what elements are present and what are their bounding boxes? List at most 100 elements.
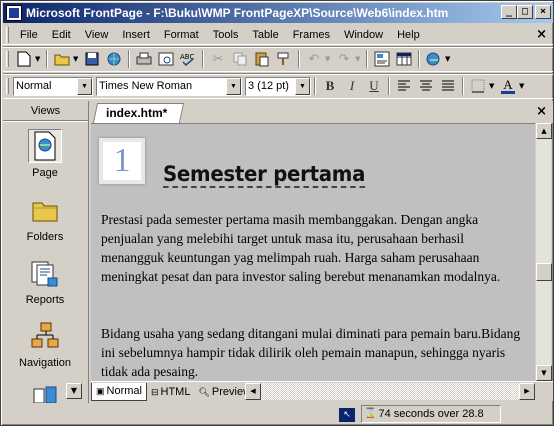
- close-button[interactable]: ×: [535, 5, 551, 19]
- insert-hyperlink-icon[interactable]: [423, 48, 445, 70]
- menu-format[interactable]: Format: [157, 29, 206, 41]
- scroll-left-icon[interactable]: ◀: [245, 383, 261, 400]
- style-dropdown-icon[interactable]: ▼: [77, 77, 92, 95]
- web-component-icon[interactable]: [371, 48, 393, 70]
- scroll-thumb[interactable]: [536, 263, 552, 281]
- toolbar-options-icon[interactable]: ▼: [445, 55, 453, 63]
- frontpage-app-icon[interactable]: [6, 5, 22, 21]
- font-size-dropdown-icon[interactable]: ▼: [295, 77, 310, 95]
- menu-insert[interactable]: Insert: [115, 29, 157, 41]
- paste-icon[interactable]: [251, 48, 273, 70]
- title-bar[interactable]: Microsoft FrontPage - F:\Buku\WMP FrontP…: [3, 3, 553, 23]
- toolbar-separator: [388, 77, 390, 95]
- menu-tools[interactable]: Tools: [206, 29, 246, 41]
- status-cursor-icon: ↖: [339, 408, 355, 422]
- views-header: Views: [3, 101, 88, 121]
- close-document-icon[interactable]: ×: [536, 104, 547, 119]
- borders-icon[interactable]: [467, 75, 489, 97]
- open-folder-icon[interactable]: [51, 48, 73, 70]
- menu-file[interactable]: File: [13, 29, 45, 41]
- toolbar-separator: [128, 50, 130, 68]
- paragraph-1[interactable]: Prestasi pada semester pertama masih mem…: [101, 210, 527, 286]
- menu-help[interactable]: Help: [390, 29, 427, 41]
- copy-icon[interactable]: [229, 48, 251, 70]
- italic-button[interactable]: I: [341, 75, 363, 97]
- scroll-right-icon[interactable]: ▶: [519, 383, 535, 400]
- document-tabbar: index.htm* ×: [91, 101, 553, 123]
- undo-icon[interactable]: ↶: [303, 48, 325, 70]
- views-scroll-down-icon[interactable]: ▼: [66, 383, 82, 399]
- toolbar-separator: [418, 50, 420, 68]
- menu-table[interactable]: Table: [245, 29, 285, 41]
- style-value: Normal: [16, 80, 52, 92]
- cut-icon[interactable]: ✂: [207, 48, 229, 70]
- view-page[interactable]: Page: [3, 129, 87, 179]
- view-navigation[interactable]: Navigation: [3, 319, 87, 369]
- hourglass-icon: ⌛: [364, 408, 377, 419]
- toolbar-grip[interactable]: [6, 78, 9, 94]
- align-justify-icon[interactable]: [437, 75, 459, 97]
- minimize-button[interactable]: _: [501, 5, 517, 19]
- menu-frames[interactable]: Frames: [286, 29, 337, 41]
- redo-icon[interactable]: ↷: [333, 48, 355, 70]
- document-close-icon[interactable]: ×: [536, 27, 547, 42]
- font-size-value: 3 (12 pt): [248, 80, 289, 92]
- vertical-scrollbar[interactable]: ▲ ▼: [535, 123, 552, 381]
- menubar-grip[interactable]: [6, 26, 9, 43]
- toolbar-separator: [46, 50, 48, 68]
- undo-dropdown-icon[interactable]: ▼: [325, 55, 333, 63]
- view-mode-bar: ▣ Normal ⊟ HTML 🔍︎ Preview ◀ ▶: [91, 381, 553, 401]
- scroll-up-icon[interactable]: ▲: [536, 123, 552, 139]
- maximize-button[interactable]: □: [517, 5, 533, 19]
- download-time[interactable]: ⌛ 74 seconds over 28.8: [361, 405, 501, 423]
- underline-button[interactable]: U: [363, 75, 385, 97]
- publish-web-icon[interactable]: [103, 48, 125, 70]
- tab-index-htm[interactable]: index.htm*: [92, 103, 185, 123]
- page-heading[interactable]: Semester pertama: [163, 162, 365, 188]
- toolbar-separator: [202, 50, 204, 68]
- download-time-label: 74 seconds over 28.8: [378, 408, 484, 420]
- view-reports[interactable]: Reports: [3, 256, 87, 306]
- new-dropdown-icon[interactable]: ▼: [35, 55, 43, 63]
- toolbar-separator: [298, 50, 300, 68]
- navigation-icon: [28, 319, 62, 353]
- align-center-icon[interactable]: [415, 75, 437, 97]
- bold-button[interactable]: B: [319, 75, 341, 97]
- style-select[interactable]: Normal ▼: [13, 76, 93, 96]
- format-painter-icon[interactable]: [273, 48, 295, 70]
- font-dropdown-icon[interactable]: ▼: [226, 77, 241, 95]
- view-folders[interactable]: Folders: [3, 193, 87, 243]
- font-color-icon[interactable]: A: [497, 75, 519, 97]
- number-label: 1: [113, 142, 131, 179]
- tab-normal[interactable]: ▣ Normal: [91, 382, 147, 401]
- paragraph-2[interactable]: Bidang usaha yang sedang ditangani mulai…: [101, 324, 527, 381]
- font-color-dropdown-icon[interactable]: ▼: [519, 82, 527, 90]
- preview-browser-icon[interactable]: [155, 48, 177, 70]
- spelling-icon[interactable]: ABC: [177, 48, 199, 70]
- toolbar-grip[interactable]: [6, 51, 9, 67]
- horizontal-scrollbar[interactable]: ◀ ▶: [245, 383, 535, 400]
- view-page-label: Page: [32, 167, 58, 179]
- tab-html[interactable]: ⊟ HTML: [147, 383, 195, 401]
- print-icon[interactable]: [133, 48, 155, 70]
- insert-table-icon[interactable]: [393, 48, 415, 70]
- menu-edit[interactable]: Edit: [45, 29, 78, 41]
- borders-dropdown-icon[interactable]: ▼: [489, 82, 497, 90]
- redo-dropdown-icon[interactable]: ▼: [355, 55, 363, 63]
- view-navigation-label: Navigation: [19, 357, 71, 369]
- open-dropdown-icon[interactable]: ▼: [73, 55, 81, 63]
- save-icon[interactable]: [81, 48, 103, 70]
- new-page-icon[interactable]: [13, 48, 35, 70]
- scroll-down-icon[interactable]: ▼: [536, 365, 552, 381]
- page-icon: [28, 129, 62, 163]
- font-select[interactable]: Times New Roman ▼: [96, 76, 242, 96]
- font-size-select[interactable]: 3 (12 pt) ▼: [245, 76, 311, 96]
- tab-index-htm-label: index.htm*: [106, 106, 168, 120]
- font-color-swatch: [501, 90, 515, 94]
- tab-normal-label: Normal: [106, 385, 142, 397]
- menu-view[interactable]: View: [78, 29, 116, 41]
- align-left-icon[interactable]: [393, 75, 415, 97]
- folder-icon: [28, 193, 62, 227]
- menu-window[interactable]: Window: [337, 29, 390, 41]
- page-editor[interactable]: 1 Semester pertama Prestasi pada semeste…: [91, 123, 535, 381]
